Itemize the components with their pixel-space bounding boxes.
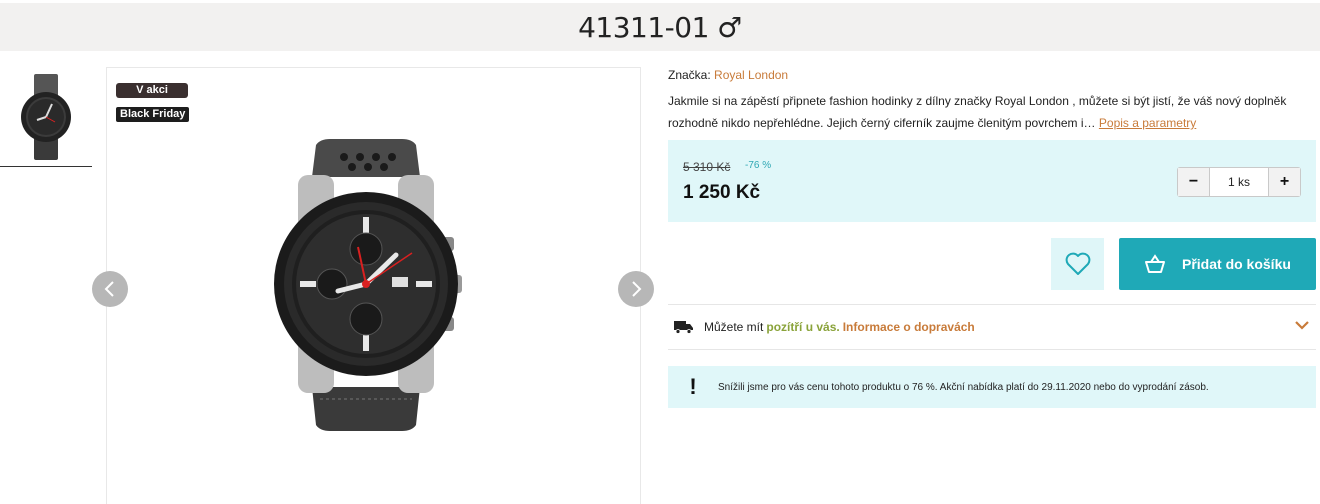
chevron-right-icon (632, 281, 642, 297)
discount-notice: ! Snížili jsme pro vás cenu tohoto produ… (668, 366, 1316, 408)
gallery-prev-button[interactable] (92, 271, 128, 307)
quantity-increase-button[interactable]: + (1268, 168, 1300, 196)
badge-sale: V akci (116, 83, 188, 98)
delivery-prefix: Můžete mít (704, 320, 764, 334)
price-box: 5 310 Kč -76 % 1 250 Kč − 1 ks + (668, 140, 1316, 222)
product-description: Jakmile si na zápěstí připnete fashion h… (668, 90, 1318, 134)
current-price: 1 250 Kč (683, 182, 761, 203)
notice-text: Snížili jsme pro vás cenu tohoto produkt… (718, 381, 1209, 393)
quantity-input[interactable]: 1 ks (1210, 168, 1268, 196)
quantity-stepper: − 1 ks + (1177, 167, 1301, 197)
badge-black-friday: Black Friday (116, 107, 190, 122)
add-to-wishlist-button[interactable] (1051, 238, 1104, 290)
description-link[interactable]: Popis a parametry (1099, 116, 1196, 130)
delivery-highlight: pozítří u vás. (766, 320, 840, 334)
chevron-down-icon[interactable] (1294, 320, 1310, 330)
basket-icon (1144, 254, 1166, 274)
old-price: 5 310 Kč (683, 160, 731, 174)
delivery-info-link[interactable]: Informace o dopravách (843, 320, 975, 334)
exclamation-icon: ! (689, 374, 697, 399)
gallery-next-button[interactable] (618, 271, 654, 307)
watch-thumbnail (21, 73, 71, 160)
add-to-cart-button[interactable]: Přidat do košíku (1119, 238, 1316, 290)
product-title-bar: 41311-01 ♂ (0, 3, 1320, 51)
add-to-cart-label: Přidat do košíku (1182, 256, 1291, 272)
brand-label: Značka: (668, 68, 711, 82)
thumbnail-image[interactable] (0, 67, 92, 167)
brand-line: Značka: Royal London (668, 68, 788, 82)
truck-icon (674, 320, 694, 334)
chevron-left-icon (104, 281, 114, 297)
brand-link[interactable]: Royal London (714, 68, 788, 82)
delivery-info[interactable]: Můžete mít pozítří u vás. Informace o do… (668, 304, 1316, 350)
discount-badge: -76 % (745, 160, 772, 171)
heart-icon (1065, 252, 1090, 275)
product-main-image[interactable] (270, 137, 462, 433)
quantity-decrease-button[interactable]: − (1178, 168, 1210, 196)
product-title: 41311-01 ♂ (578, 10, 742, 44)
